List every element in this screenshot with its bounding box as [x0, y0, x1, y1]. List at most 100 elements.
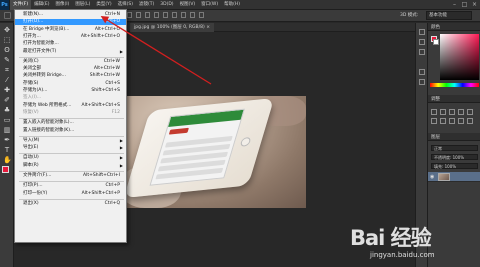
type-tool-icon[interactable]: T	[3, 146, 11, 154]
menu-item-shortcut: Alt+Shift+Ctrl+S	[81, 102, 121, 108]
file-menu-item[interactable]: 存储为 Web 所用格式... Alt+Shift+Ctrl+S	[15, 103, 126, 109]
channel-mixer-icon[interactable]	[467, 118, 473, 124]
align-middle-icon[interactable]	[127, 12, 132, 18]
healing-tool-icon[interactable]: ✚	[3, 86, 11, 94]
distribute-h-icon[interactable]	[181, 12, 186, 18]
window-controls: – □ ×	[451, 1, 478, 8]
menu-item-label: 打开为智能对象...	[23, 41, 59, 47]
color-picker-field[interactable]	[440, 34, 479, 80]
close-icon[interactable]: ×	[471, 1, 478, 8]
layer-row[interactable]: ◉	[428, 172, 480, 182]
menu-item-shortcut: Ctrl+O	[104, 19, 120, 25]
file-menu-item[interactable]: 签入(I)...	[15, 95, 126, 101]
layers-panel-tab[interactable]: 图层	[428, 133, 480, 141]
menu-help[interactable]: 帮助(H)	[221, 0, 243, 10]
distribute-icon[interactable]	[172, 12, 177, 18]
menu-item-label: 新建(N)...	[23, 12, 44, 17]
properties-icon[interactable]	[419, 39, 425, 45]
minimize-icon[interactable]: –	[451, 1, 458, 8]
info-icon[interactable]	[419, 49, 425, 55]
file-menu-item[interactable]: 置入链接的智能对象(K)...	[15, 128, 126, 134]
character-icon[interactable]	[419, 69, 425, 75]
color-panel-tab[interactable]: 颜色	[428, 23, 480, 31]
document-tab[interactable]: jpg.jpg @ 100% (图层 0, RGB/8) ×	[130, 23, 214, 32]
crop-tool-icon[interactable]: ⌗	[3, 66, 11, 74]
align-bottom-icon[interactable]	[136, 12, 141, 18]
file-menu-item[interactable]: 新建(N)... Ctrl+N	[15, 12, 126, 18]
levels-icon[interactable]	[440, 109, 446, 115]
stamp-tool-icon[interactable]: ♣	[3, 106, 11, 114]
hue-saturation-icon[interactable]	[431, 118, 437, 124]
workspace-select[interactable]: 基本功能	[426, 11, 472, 20]
file-menu-item[interactable]: 导入(M) ▶	[15, 138, 126, 144]
move-tool-icon[interactable]: ✥	[3, 26, 11, 34]
file-menu-item[interactable]: 导出(E) ▶	[15, 145, 126, 151]
brightness-icon[interactable]	[431, 109, 437, 115]
marquee-tool-icon[interactable]: ⬚	[3, 36, 11, 44]
color-balance-icon[interactable]	[440, 118, 446, 124]
file-menu-item[interactable]: 恢复(V) F12	[15, 110, 126, 116]
file-menu-item[interactable]: 打开为智能对象...	[15, 41, 126, 47]
quick-select-tool-icon[interactable]: ✎	[3, 56, 11, 64]
auto-align-icon[interactable]	[199, 12, 204, 18]
menu-item-shortcut: Alt+Shift+Ctrl+P	[81, 190, 120, 196]
file-menu-item[interactable]: 最近打开文件(T) ▶	[15, 49, 126, 55]
menu-item-label: 脚本(R)	[23, 162, 39, 168]
distribute-v-icon[interactable]	[190, 12, 195, 18]
phone-screen	[149, 108, 245, 186]
color-ramp[interactable]	[430, 83, 479, 87]
submenu-arrow-icon: ▶	[119, 137, 123, 143]
blend-mode-select[interactable]: 正常	[431, 145, 478, 151]
menu-view[interactable]: 视图(V)	[177, 0, 199, 10]
file-menu-item[interactable]: 置入嵌入的智能对象(L)...	[15, 120, 126, 126]
adjustments-panel-tab[interactable]: 调整	[428, 95, 480, 103]
file-menu-item[interactable]: 存储(S) Ctrl+S	[15, 81, 126, 87]
black-white-icon[interactable]	[449, 118, 455, 124]
align-right-icon[interactable]	[163, 12, 168, 18]
menu-item-label: 恢复(V)	[23, 109, 39, 115]
brush-tool-icon[interactable]: ✐	[3, 96, 11, 104]
hand-tool-icon[interactable]: ✋	[3, 156, 12, 164]
eyedropper-tool-icon[interactable]: ⁄	[3, 76, 11, 84]
paragraph-icon[interactable]	[419, 79, 425, 85]
file-menu-item[interactable]: 打印一份(Y) Alt+Shift+Ctrl+P	[15, 191, 126, 197]
photo-filter-icon[interactable]	[458, 118, 464, 124]
menu-item-label: 关闭(C)	[23, 58, 39, 64]
file-menu-item[interactable]: 关闭并转到 Bridge... Shift+Ctrl+W	[15, 73, 126, 79]
history-icon[interactable]	[419, 29, 425, 35]
file-menu-item[interactable]: 文件简介(F)... Alt+Shift+Ctrl+I	[15, 173, 126, 179]
exposure-icon[interactable]	[458, 109, 464, 115]
menu-window[interactable]: 窗口(W)	[198, 0, 221, 10]
file-menu-item[interactable]: 在 Bridge 中浏览(B)... Alt+Ctrl+O	[15, 27, 126, 33]
maximize-icon[interactable]: □	[461, 1, 468, 8]
pen-tool-icon[interactable]: ✒	[3, 136, 11, 144]
align-center-icon[interactable]	[154, 12, 159, 18]
align-left-icon[interactable]	[145, 12, 150, 18]
file-menu-item[interactable]: 打开为... Alt+Shift+Ctrl+O	[15, 34, 126, 40]
file-menu-item[interactable]: 打印(P)... Ctrl+P	[15, 183, 126, 189]
submenu-arrow-icon: ▶	[119, 145, 123, 151]
foreground-color-swatch[interactable]	[2, 166, 9, 173]
gradient-tool-icon[interactable]: ▥	[3, 126, 11, 134]
opacity-field[interactable]: 不透明度: 100%	[431, 154, 478, 160]
tool-preset-icon[interactable]	[4, 12, 11, 19]
file-menu-item[interactable]: 自动(U) ▶	[15, 155, 126, 161]
file-menu-item[interactable]: 脚本(R) ▶	[15, 163, 126, 169]
curves-icon[interactable]	[449, 109, 455, 115]
file-menu-item[interactable]: 存储为(A)... Shift+Ctrl+S	[15, 88, 126, 94]
menu-filter[interactable]: 滤镜(T)	[136, 0, 157, 10]
align-icons	[118, 12, 204, 18]
file-menu-item[interactable]: 关闭(C) Ctrl+W	[15, 59, 126, 65]
lasso-tool-icon[interactable]: ʘ	[3, 46, 11, 54]
eye-icon[interactable]: ◉	[430, 174, 434, 180]
file-menu-item[interactable]: 退出(X) Ctrl+Q	[15, 201, 126, 207]
file-menu-item[interactable]: 打开(O)... Ctrl+O	[15, 19, 126, 26]
menu-3d[interactable]: 3D(D)	[157, 0, 176, 10]
lock-fill-row[interactable]: 填充: 100%	[431, 163, 478, 169]
vibrance-icon[interactable]	[467, 109, 473, 115]
file-menu-item[interactable]: 关闭全部 Alt+Ctrl+W	[15, 66, 126, 72]
menu-item-label: 关闭全部	[23, 66, 41, 72]
eraser-tool-icon[interactable]: ▭	[3, 116, 11, 124]
menu-item-label: 签入(I)...	[23, 95, 42, 101]
panel-background-swatch[interactable]	[433, 39, 439, 45]
